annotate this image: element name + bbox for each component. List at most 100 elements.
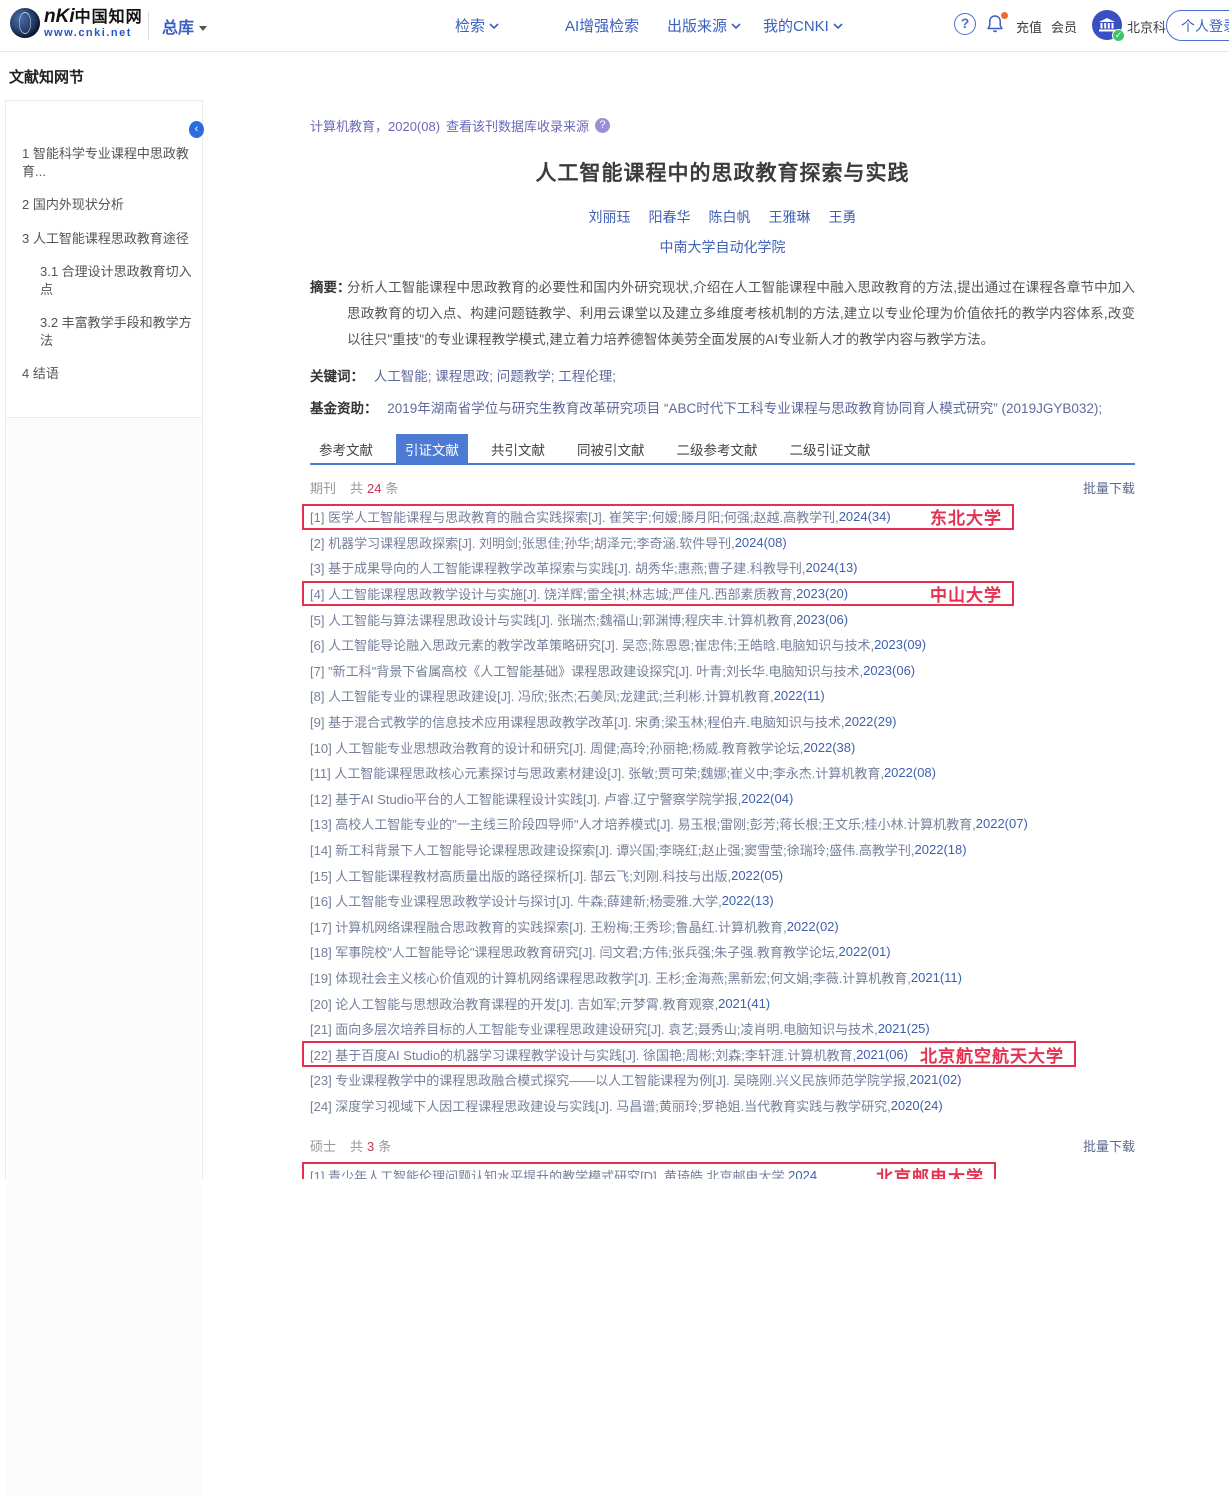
recharge-link[interactable]: 充值 bbox=[1016, 17, 1042, 36]
citation-link[interactable]: [20] 论人工智能与思想政治教育课程的开发[J]. 吉如军;亓梦霄.教育观察, bbox=[310, 994, 718, 1013]
db-switch-dropdown[interactable]: 总库 bbox=[162, 14, 207, 38]
author-link[interactable]: 陈白帆 bbox=[709, 209, 751, 225]
university-annotation: 中山大学 bbox=[930, 581, 1002, 606]
nav-divider bbox=[148, 12, 149, 40]
citation-link[interactable]: [11] 人工智能课程思政核心元素探讨与思政素材建设[J]. 张敏;贾可荣;魏娜… bbox=[310, 763, 884, 782]
citation-link[interactable]: [17] 计算机网络课程融合思政教育的实践探索[J]. 王粉梅;王秀珍;鲁晶红.… bbox=[310, 917, 787, 936]
cnki-logo[interactable]: nKi中国知网 www.cnki.net bbox=[10, 7, 143, 39]
citation-tab[interactable]: 参考文献 bbox=[310, 434, 382, 463]
journal-source-link[interactable]: 计算机教育，2020(08) bbox=[310, 116, 440, 135]
outline-item[interactable]: 1 智能科学专业课程中思政教育... bbox=[22, 145, 192, 180]
verified-check-icon: ✓ bbox=[1112, 29, 1125, 42]
institution-avatar[interactable]: ✓ bbox=[1092, 10, 1122, 40]
author-link[interactable]: 王雅琳 bbox=[769, 209, 811, 225]
nav-menu-item[interactable]: 我的CNKI bbox=[763, 15, 843, 36]
outline-item[interactable]: 3.2 丰富教学手段和教学方法 bbox=[22, 314, 192, 349]
citation-link[interactable]: [23] 专业课程教学中的课程思政融合模式探究——以人工智能课程为例[J]. 吴… bbox=[310, 1070, 909, 1089]
chevron-down-icon bbox=[833, 23, 843, 30]
fund-row: 基金资助： 2019年湖南省学位与研究生教育改革研究项目 “ABC时代下工科专业… bbox=[310, 397, 1135, 417]
citation-date: 2023(20) bbox=[796, 586, 848, 601]
top-navbar: nKi中国知网 www.cnki.net 总库 检索 AI增强检索 出版来源 我… bbox=[0, 0, 1229, 52]
notification-bell-icon[interactable] bbox=[985, 13, 1007, 35]
citation-tab[interactable]: 共引文献 bbox=[482, 434, 554, 463]
citation-tab[interactable]: 二级引证文献 bbox=[781, 434, 880, 463]
member-link[interactable]: 会员 bbox=[1051, 17, 1077, 36]
citation-link[interactable]: [7] "新工科"背景下省属高校《人工智能基础》课程思政建设探究[J]. 叶青;… bbox=[310, 661, 863, 680]
info-question-icon[interactable]: ? bbox=[595, 118, 610, 133]
citation-date: 2022(18) bbox=[915, 842, 967, 857]
citation-link[interactable]: [10] 人工智能专业思想政治教育的设计和研究[J]. 周健;高玲;孙丽艳;杨威… bbox=[310, 738, 803, 757]
citation-row: [17] 计算机网络课程融合思政教育的实践探索[J]. 王粉梅;王秀珍;鲁晶红.… bbox=[310, 914, 1135, 940]
chevron-down-icon bbox=[489, 23, 499, 30]
abstract-text: 分析人工智能课程中思政教育的必要性和国内外研究现状,介绍在人工智能课程中融入思政… bbox=[347, 280, 1135, 347]
author-link[interactable]: 刘丽珏 bbox=[589, 209, 631, 225]
citation-link[interactable]: [13] 高校人工智能专业的"一主线三阶段四导师"人才培养模式[J]. 易玉根;… bbox=[310, 814, 976, 833]
citation-link[interactable]: [24] 深度学习视域下人因工程课程思政建设与实践[J]. 马昌谱;黄丽玲;罗艳… bbox=[310, 1096, 891, 1115]
sidebar-lower-panel bbox=[6, 418, 202, 1496]
logo-brand-cn: 中国知网 bbox=[75, 9, 143, 26]
keywords-links[interactable]: 人工智能; 课程思政; 问题教学; 工程伦理; bbox=[374, 369, 616, 384]
university-annotation: 东北大学 bbox=[930, 504, 1002, 529]
fund-link[interactable]: 2019年湖南省学位与研究生教育改革研究项目 “ABC时代下工科专业课程与思政教… bbox=[387, 401, 1102, 416]
outline-item[interactable]: 3 人工智能课程思政教育途径 bbox=[22, 230, 192, 248]
citation-link[interactable]: [6] 人工智能导论融入思政元素的教学改革策略研究[J]. 吴恋;陈恩恩;崔忠伟… bbox=[310, 635, 874, 654]
batch-download-link[interactable]: 批量下载 bbox=[1083, 478, 1135, 497]
nav-menu-item[interactable]: AI增强检索 bbox=[565, 15, 639, 36]
source-database-link[interactable]: 查看该刊数据库收录来源 bbox=[446, 116, 589, 135]
citation-row: [19] 体现社会主义核心价值观的计算机网络课程思政教学[J]. 王杉;金海燕;… bbox=[310, 965, 1135, 991]
citation-date: 2021(11) bbox=[911, 970, 962, 985]
citation-row: [18] 军事院校"人工智能导论"课程思政教育研究[J]. 闫文君;方伟;张兵强… bbox=[310, 939, 1135, 965]
citation-date: 2021(02) bbox=[909, 1072, 961, 1087]
section-type-label: 硕士 bbox=[310, 1136, 336, 1155]
citation-row: [1] 青少年人工智能伦理问题认知水平提升的教学模式研究[D]. 黄琦皓.北京邮… bbox=[302, 1162, 996, 1179]
citation-date: 2022(11) bbox=[774, 688, 825, 703]
citation-tab[interactable]: 引证文献 bbox=[396, 434, 468, 463]
outline-item[interactable]: 2 国内外现状分析 bbox=[22, 196, 192, 214]
outline-item[interactable]: 3.1 合理设计思政教育切入点 bbox=[22, 263, 192, 298]
personal-login-button[interactable]: 个人登录 bbox=[1166, 10, 1229, 41]
sidebar-collapse-button[interactable]: ‹ bbox=[189, 121, 204, 138]
citation-link[interactable]: [9] 基于混合式教学的信息技术应用课程思政教学改革[J]. 宋勇;梁玉林;程伯… bbox=[310, 712, 844, 731]
journal-count: 24 bbox=[367, 481, 381, 496]
citation-link[interactable]: [2] 机器学习课程思政探索[J]. 刘明剑;张思佳;孙华;胡泽元;李奇涵.软件… bbox=[310, 533, 735, 552]
citation-link[interactable]: [18] 军事院校"人工智能导论"课程思政教育研究[J]. 闫文君;方伟;张兵强… bbox=[310, 942, 839, 961]
citation-date: 2023(06) bbox=[863, 663, 915, 678]
citation-link[interactable]: [4] 人工智能课程思政教学设计与实施[J]. 饶洋辉;雷全祺;林志城;严佳凡.… bbox=[310, 584, 796, 603]
citation-date: 2022(29) bbox=[844, 714, 896, 729]
citation-link[interactable]: [22] 基于百度AI Studio的机器学习课程教学设计与实践[J]. 徐国艳… bbox=[310, 1045, 856, 1064]
master-section-header: 硕士 共 3 条 批量下载 bbox=[310, 1136, 1135, 1155]
citation-row: [14] 新工科背景下人工智能导论课程思政建设探索[J]. 谭兴国;李晓红;赵止… bbox=[310, 837, 1135, 863]
citation-link[interactable]: [21] 面向多层次培养目标的人工智能专业课程思政建设研究[J]. 袁艺;聂秀山… bbox=[310, 1019, 878, 1038]
citation-tab[interactable]: 二级参考文献 bbox=[668, 434, 767, 463]
citation-row: [9] 基于混合式教学的信息技术应用课程思政教学改革[J]. 宋勇;梁玉林;程伯… bbox=[310, 709, 1135, 735]
citation-link[interactable]: [19] 体现社会主义核心价值观的计算机网络课程思政教学[J]. 王杉;金海燕;… bbox=[310, 968, 911, 987]
citation-link[interactable]: [16] 人工智能专业课程思政教学设计与探讨[J]. 牛森;薛建新;杨雯雅.大学… bbox=[310, 891, 722, 910]
affiliation-link[interactable]: 中南大学自动化学院 bbox=[310, 237, 1135, 257]
help-icon[interactable]: ? bbox=[954, 13, 976, 35]
citation-link[interactable]: [5] 人工智能与算法课程思政设计与实践[J]. 张瑞杰;魏福山;郭渊博;程庆丰… bbox=[310, 610, 796, 629]
citation-row: [21] 面向多层次培养目标的人工智能专业课程思政建设研究[J]. 袁艺;聂秀山… bbox=[310, 1016, 1135, 1042]
citation-row: [22] 基于百度AI Studio的机器学习课程教学设计与实践[J]. 徐国艳… bbox=[302, 1041, 1076, 1067]
citation-date: 2024(13) bbox=[805, 560, 857, 575]
citation-link[interactable]: [12] 基于AI Studio平台的人工智能课程设计实践[J]. 卢睿.辽宁警… bbox=[310, 789, 741, 808]
citation-date: 2022(08) bbox=[884, 765, 936, 780]
journal-citation-list: [1] 医学人工智能课程与思政教育的融合实践探索[J]. 崔笑宇;何嫒;滕月阳;… bbox=[310, 504, 1135, 1118]
author-link[interactable]: 阳春华 bbox=[649, 209, 691, 225]
citation-link[interactable]: [1] 医学人工智能课程与思政教育的融合实践探索[J]. 崔笑宇;何嫒;滕月阳;… bbox=[310, 507, 839, 526]
journal-section-header: 期刊 共 24 条 批量下载 bbox=[310, 478, 1135, 497]
abstract-label: 摘要： bbox=[310, 275, 351, 301]
outline-item[interactable]: 4 结语 bbox=[22, 365, 192, 383]
batch-download-link[interactable]: 批量下载 bbox=[1083, 1136, 1135, 1155]
citation-link[interactable]: [8] 人工智能专业的课程思政建设[J]. 冯欣;张杰;石美凤;龙建武;兰利彬.… bbox=[310, 686, 774, 705]
citation-link[interactable]: [1] 青少年人工智能伦理问题认知水平提升的教学模式研究[D]. 黄琦皓.北京邮… bbox=[310, 1166, 788, 1179]
citation-link[interactable]: [15] 人工智能课程教材高质量出版的路径探析[J]. 郜云飞;刘刚.科技与出版… bbox=[310, 866, 731, 885]
citation-row: [8] 人工智能专业的课程思政建设[J]. 冯欣;张杰;石美凤;龙建武;兰利彬.… bbox=[310, 683, 1135, 709]
citation-row: [5] 人工智能与算法课程思政设计与实践[J]. 张瑞杰;魏福山;郭渊博;程庆丰… bbox=[310, 606, 1135, 632]
citation-link[interactable]: [14] 新工科背景下人工智能导论课程思政建设探索[J]. 谭兴国;李晓红;赵止… bbox=[310, 840, 915, 859]
citation-link[interactable]: [3] 基于成果导向的人工智能课程教学改革探索与实践[J]. 胡秀华;惠燕;曹子… bbox=[310, 558, 805, 577]
author-link[interactable]: 王勇 bbox=[829, 209, 857, 225]
nav-menu-item[interactable]: 检索 bbox=[455, 15, 499, 36]
citation-tab[interactable]: 同被引文献 bbox=[568, 434, 654, 463]
nav-menu-item[interactable]: 出版来源 bbox=[667, 15, 741, 36]
citation-date: 2022(01) bbox=[839, 944, 891, 959]
